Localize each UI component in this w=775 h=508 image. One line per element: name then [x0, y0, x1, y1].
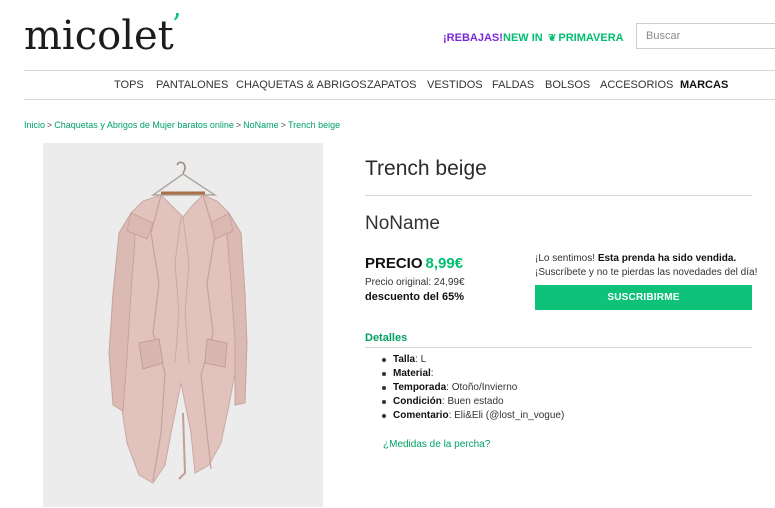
logo-text: micolet — [24, 13, 174, 59]
subscribe-button[interactable]: SUSCRIBIRME — [535, 285, 752, 310]
detail-condicion: Condición: Buen estado — [381, 395, 564, 409]
title-divider — [365, 195, 752, 196]
product-title: Trench beige — [365, 157, 487, 180]
details-divider — [365, 347, 752, 348]
primavera-label: PRIMAVERA — [558, 32, 624, 44]
detail-temporada: Temporada: Otoño/Invierno — [381, 381, 564, 395]
detail-value: Otoño/Invierno — [448, 382, 518, 393]
nav-tops[interactable]: TOPS — [114, 78, 144, 92]
breadcrumb-inicio[interactable]: Inicio — [24, 120, 45, 130]
price-label: PRECIO — [365, 255, 423, 272]
detail-label: Comentario — [393, 410, 449, 421]
breadcrumb-separator: > — [280, 120, 286, 130]
micolet-logo[interactable]: micolet’ — [24, 8, 183, 62]
nav-bolsos[interactable]: BOLSOS — [545, 78, 590, 92]
main-nav: TOPS PANTALONES CHAQUETAS & ABRIGOS ZAPA… — [0, 78, 775, 92]
breadcrumb: Inicio > Chaquetas y Abrigos de Mujer bara… — [24, 120, 340, 131]
breadcrumb-brand[interactable]: NoName — [243, 120, 279, 130]
detail-value: Eli&Eli (@lost_in_vogue) — [451, 410, 565, 421]
breadcrumb-current[interactable]: Trench beige — [288, 120, 340, 130]
detail-material: Material: — [381, 367, 564, 381]
rebajas-link[interactable]: ¡REBAJAS! — [443, 31, 503, 45]
header-divider — [24, 70, 775, 71]
sold-message: ¡Lo sentimos! Esta prenda ha sido vendid… — [535, 253, 736, 265]
breadcrumb-category[interactable]: Chaquetas y Abrigos de Mujer baratos onl… — [54, 120, 234, 130]
nav-accesorios[interactable]: ACCESORIOS — [600, 78, 673, 92]
breadcrumb-separator: > — [235, 120, 242, 130]
detail-value: L — [417, 354, 427, 365]
sold-message-prefix: ¡Lo sentimos! — [535, 253, 598, 264]
search-input[interactable] — [636, 23, 775, 49]
breadcrumb-separator: > — [47, 120, 53, 130]
hanger-measurements-link[interactable]: ¿Medidas de la percha? — [383, 439, 490, 451]
nav-chaquetas-abrigos[interactable]: CHAQUETAS & ABRIGOS — [236, 78, 367, 92]
nav-marcas[interactable]: MARCAS — [680, 78, 728, 92]
subscribe-message: ¡Suscríbete y no te pierdas las novedade… — [535, 267, 758, 278]
price-row: PRECIO 8,99€ — [365, 255, 463, 273]
nav-vestidos[interactable]: VESTIDOS — [427, 78, 483, 92]
sold-message-bold: Esta prenda ha sido vendida. — [597, 253, 737, 264]
detail-label: Material — [393, 368, 431, 379]
product-photo[interactable] — [43, 143, 323, 507]
nav-zapatos[interactable]: ZAPATOS — [367, 78, 417, 92]
trench-coat-image — [108, 161, 248, 484]
logo-mark: ’ — [171, 8, 182, 43]
new-in-link[interactable]: NEW IN — [503, 31, 543, 45]
price-value: 8,99€ — [425, 255, 464, 272]
product-brand[interactable]: NoName — [365, 213, 440, 235]
details-heading: Detalles — [365, 332, 408, 344]
leaf-icon: ❦ — [548, 33, 557, 44]
detail-value: Buen estado — [444, 396, 504, 407]
nav-faldas[interactable]: FALDAS — [492, 78, 534, 92]
detail-label: Condición — [393, 396, 442, 407]
detail-label: Talla — [393, 354, 416, 365]
nav-pantalones[interactable]: PANTALONES — [156, 78, 228, 92]
primavera-link[interactable]: ❦ PRIMAVERA — [548, 31, 624, 46]
discount-text: descuento del 65% — [365, 291, 465, 303]
detail-comentario: Comentario: Eli&Eli (@lost_in_vogue) — [381, 409, 564, 423]
detail-talla: Talla: L — [381, 353, 564, 367]
details-list: Talla: L Material: Temporada: Otoño/Invi… — [381, 353, 564, 423]
original-price: Precio original: 24,99€ — [365, 277, 465, 288]
nav-divider — [24, 99, 775, 100]
detail-label: Temporada — [393, 382, 447, 393]
